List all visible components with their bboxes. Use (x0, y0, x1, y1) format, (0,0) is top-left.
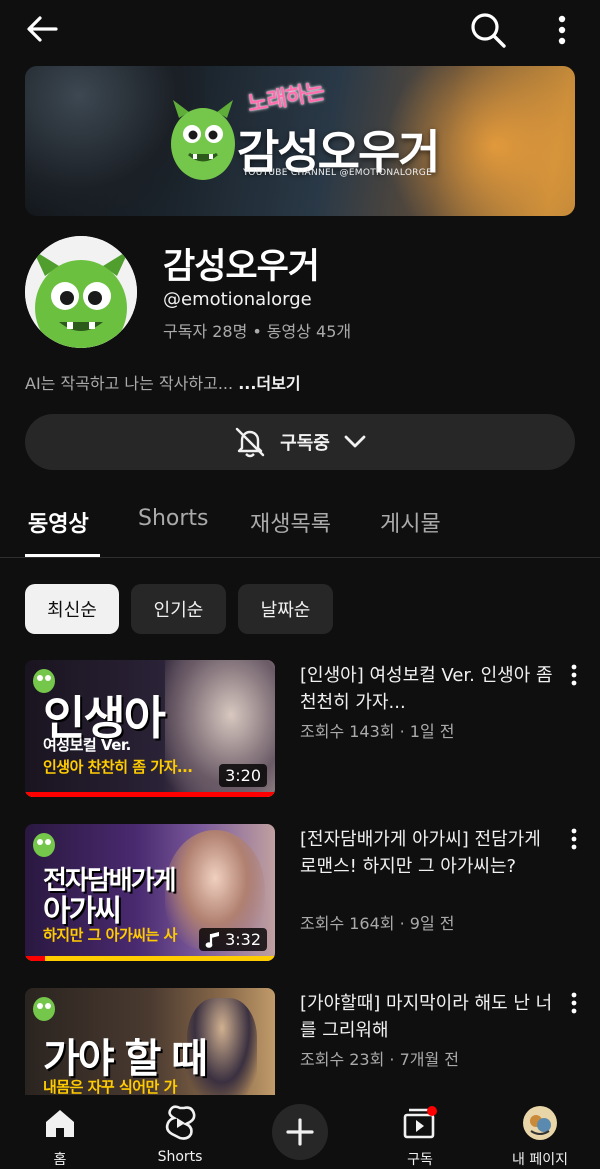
thumbnail-line: 여성보컬 Ver. (43, 736, 131, 754)
watch-progress-bar (25, 956, 45, 961)
video-item[interactable]: 전자담배가게 아가씨 하지만 그 아가씨는 사 3:32 [전자담배가게 아가씨… (25, 824, 585, 964)
banner-small-title: 노래하는 (245, 79, 326, 118)
top-app-bar (0, 0, 600, 58)
duration-badge: 3:32 (199, 928, 267, 951)
ogre-mascot-icon (171, 100, 235, 180)
video-meta: 조회수 164회 · 9일 전 (300, 914, 455, 933)
duration-text: 3:32 (225, 930, 261, 949)
stats-separator: • (252, 322, 262, 341)
more-vertical-icon[interactable] (565, 826, 583, 852)
channel-description[interactable]: AI는 작곡하고 나는 작사하고... ...더보기 (25, 370, 301, 394)
music-note-icon (205, 931, 220, 948)
active-tab-indicator (25, 554, 100, 557)
video-thumbnail[interactable]: 전자담배가게 아가씨 하지만 그 아가씨는 사 3:32 (25, 824, 275, 961)
subscriber-count: 구독자 28명 (163, 322, 248, 341)
channel-stats: 구독자 28명 • 동영상 45개 (163, 318, 351, 342)
subscriptions-icon (403, 1106, 437, 1139)
arrow-left-icon[interactable] (22, 10, 62, 50)
nav-label: 내 페이지 (512, 1152, 568, 1168)
subscribed-button[interactable]: 구독중 (25, 414, 575, 470)
more-link[interactable]: ...더보기 (238, 374, 300, 393)
more-vertical-icon[interactable] (565, 662, 583, 688)
thumbnail-line: 하지만 그 아가씨는 사 (43, 926, 177, 944)
description-text: AI는 작곡하고 나는 작사하고... (25, 374, 239, 393)
video-meta: 조회수 23회 · 7개월 전 (300, 1050, 460, 1069)
chip-latest[interactable]: 최신순 (25, 584, 119, 634)
search-icon[interactable] (466, 8, 508, 50)
bottom-navigation: 홈 Shorts 구독 내 페이지 (0, 1095, 600, 1169)
chevron-down-icon (344, 435, 366, 448)
more-vertical-icon[interactable] (548, 10, 576, 50)
home-icon (46, 1110, 74, 1137)
create-plus-icon (286, 1118, 314, 1146)
tab-posts[interactable]: 게시물 (380, 506, 441, 538)
ogre-avatar-icon (25, 236, 137, 348)
video-title[interactable]: [인생아] 여성보컬 Ver. 인생아 좀 천천히 가자... (300, 662, 560, 716)
duration-text: 3:20 (225, 766, 261, 785)
more-vertical-icon[interactable] (565, 990, 583, 1016)
video-thumbnail[interactable]: 인생아 여성보컬 Ver. 인생아 찬찬히 좀 가자... 3:20 (25, 660, 275, 797)
subscribed-label: 구독중 (280, 433, 330, 454)
video-meta: 조회수 143회 · 1일 전 (300, 722, 455, 741)
shorts-icon (165, 1105, 196, 1140)
video-item[interactable]: 인생아 여성보컬 Ver. 인생아 찬찬히 좀 가자... 3:20 [인생아]… (25, 660, 585, 800)
watch-progress-bar (25, 792, 275, 797)
banner-subtitle: YOUTUBE CHANNEL @EMOTIONALORGE (243, 168, 433, 178)
duration-badge: 3:20 (219, 764, 267, 787)
thumbnail-accent-bar (25, 956, 275, 961)
thumbnail-line: 내몸은 자꾸 식어만 가 (43, 1078, 177, 1095)
create-button[interactable] (272, 1104, 328, 1160)
channel-name: 감성오우거 (163, 247, 320, 287)
ogre-mascot-icon (33, 833, 55, 857)
video-thumbnail[interactable]: 가야 할 때 내몸은 자꾸 식어만 가 (25, 988, 275, 1095)
channel-handle: @emotionalorge (163, 289, 312, 310)
channel-tabs: 동영상 Shorts 재생목록 게시물 (0, 494, 600, 558)
profile-avatar-icon (523, 1106, 557, 1140)
nav-label: 홈 (53, 1152, 67, 1168)
video-count: 동영상 45개 (266, 322, 352, 341)
tab-shorts[interactable]: Shorts (138, 506, 209, 531)
thumbnail-line: 인생아 찬찬히 좀 가자... (43, 758, 193, 776)
video-title[interactable]: [가야할때] 마지막이라 해도 난 너를 그리워해 (300, 990, 560, 1044)
tab-videos[interactable]: 동영상 (28, 506, 89, 538)
channel-banner: 노래하는 감성오우거 YOUTUBE CHANNEL @EMOTIONALORG… (25, 66, 575, 216)
nav-label: Shorts (157, 1149, 203, 1165)
chip-popular[interactable]: 인기순 (131, 584, 226, 634)
tab-playlists[interactable]: 재생목록 (250, 506, 331, 538)
chip-oldest[interactable]: 날짜순 (238, 584, 333, 634)
video-title[interactable]: [전자담배가게 아가씨] 전담가게 로맨스! 하지만 그 아가씨는? (300, 826, 560, 880)
channel-avatar[interactable] (25, 236, 137, 348)
ogre-mascot-icon (33, 997, 55, 1021)
nav-label: 구독 (407, 1152, 433, 1168)
bell-off-icon (235, 427, 265, 458)
